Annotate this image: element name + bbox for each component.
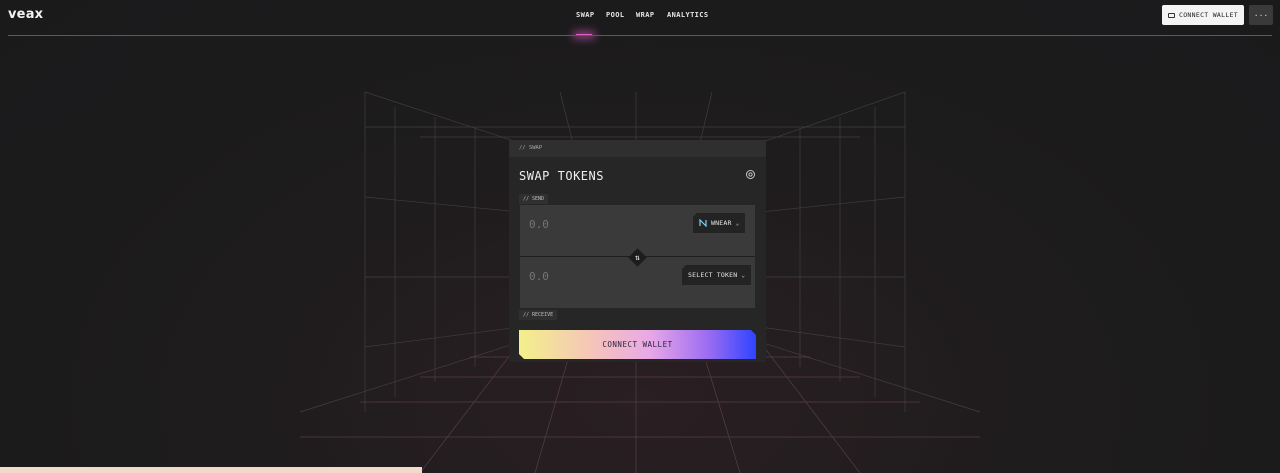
receive-token-selector[interactable]: SELECT TOKEN ⌄ <box>682 265 751 285</box>
connect-wallet-label: CONNECT WALLET <box>602 340 673 349</box>
chevron-down-icon: ⌄ <box>735 219 740 227</box>
swap-card-tab: // SWAP <box>509 140 766 157</box>
more-icon: ··· <box>1253 10 1269 20</box>
bottom-notification-bar <box>0 467 422 473</box>
header-divider <box>8 35 1272 36</box>
swap-card-title: SWAP TOKENS <box>519 169 604 183</box>
send-token-label: WNEAR <box>711 219 732 227</box>
receive-label: // RECEIVE <box>519 310 558 320</box>
header-connect-wallet-label: CONNECT WALLET <box>1179 11 1238 19</box>
veax-logo[interactable]: veax <box>8 7 43 22</box>
swap-arrows-icon[interactable]: ⇅ <box>631 251 644 264</box>
top-header: veax SWAP POOL WRAP ANALYTICS CONNECT WA… <box>0 0 1280 37</box>
nav-swap[interactable]: SWAP <box>576 11 594 19</box>
gear-icon[interactable] <box>745 169 756 180</box>
send-amount-input[interactable] <box>529 218 649 231</box>
send-token-selector[interactable]: WNEAR ⌄ <box>693 213 746 233</box>
wallet-icon <box>1168 12 1175 18</box>
receive-amount-input[interactable] <box>529 270 649 283</box>
near-logo-icon <box>699 219 707 227</box>
more-menu-button[interactable]: ··· <box>1249 5 1273 25</box>
chevron-down-icon: ⌄ <box>741 271 745 279</box>
swap-card-tab-label: // SWAP <box>519 145 543 151</box>
receive-token-label: SELECT TOKEN <box>688 271 738 279</box>
connect-wallet-button[interactable]: CONNECT WALLET <box>519 330 756 359</box>
header-connect-wallet-button[interactable]: CONNECT WALLET <box>1162 5 1244 25</box>
nav-pool[interactable]: POOL <box>606 11 624 19</box>
nav-wrap[interactable]: WRAP <box>636 11 654 19</box>
send-label: // SEND <box>519 194 549 204</box>
nav-analytics[interactable]: ANALYTICS <box>667 11 709 19</box>
